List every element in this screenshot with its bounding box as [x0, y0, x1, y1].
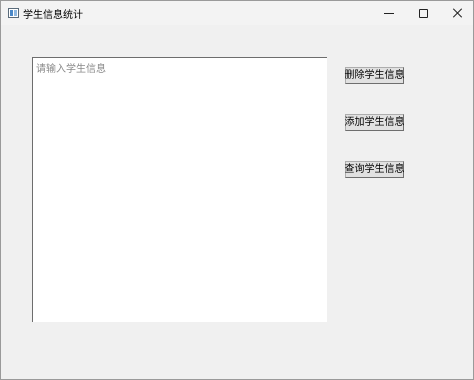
app-window: 学生信息统计 请输入学生信息 删除学生信息 添加学生信息 查询学生信息: [0, 0, 474, 380]
delete-student-button[interactable]: 删除学生信息: [345, 67, 405, 84]
maximize-button[interactable]: [405, 1, 441, 25]
maximize-icon: [418, 8, 428, 18]
close-icon: [452, 8, 462, 18]
title-bar[interactable]: 学生信息统计: [1, 1, 473, 25]
minimize-button[interactable]: [371, 1, 407, 25]
add-student-button[interactable]: 添加学生信息: [345, 114, 405, 131]
minimize-icon: [384, 12, 394, 14]
close-button[interactable]: [439, 1, 474, 25]
query-student-button[interactable]: 查询学生信息: [345, 161, 405, 178]
student-info-input[interactable]: 请输入学生信息: [32, 57, 327, 322]
app-icon: [8, 8, 19, 18]
window-title: 学生信息统计: [23, 10, 83, 21]
input-placeholder: 请输入学生信息: [36, 64, 106, 75]
